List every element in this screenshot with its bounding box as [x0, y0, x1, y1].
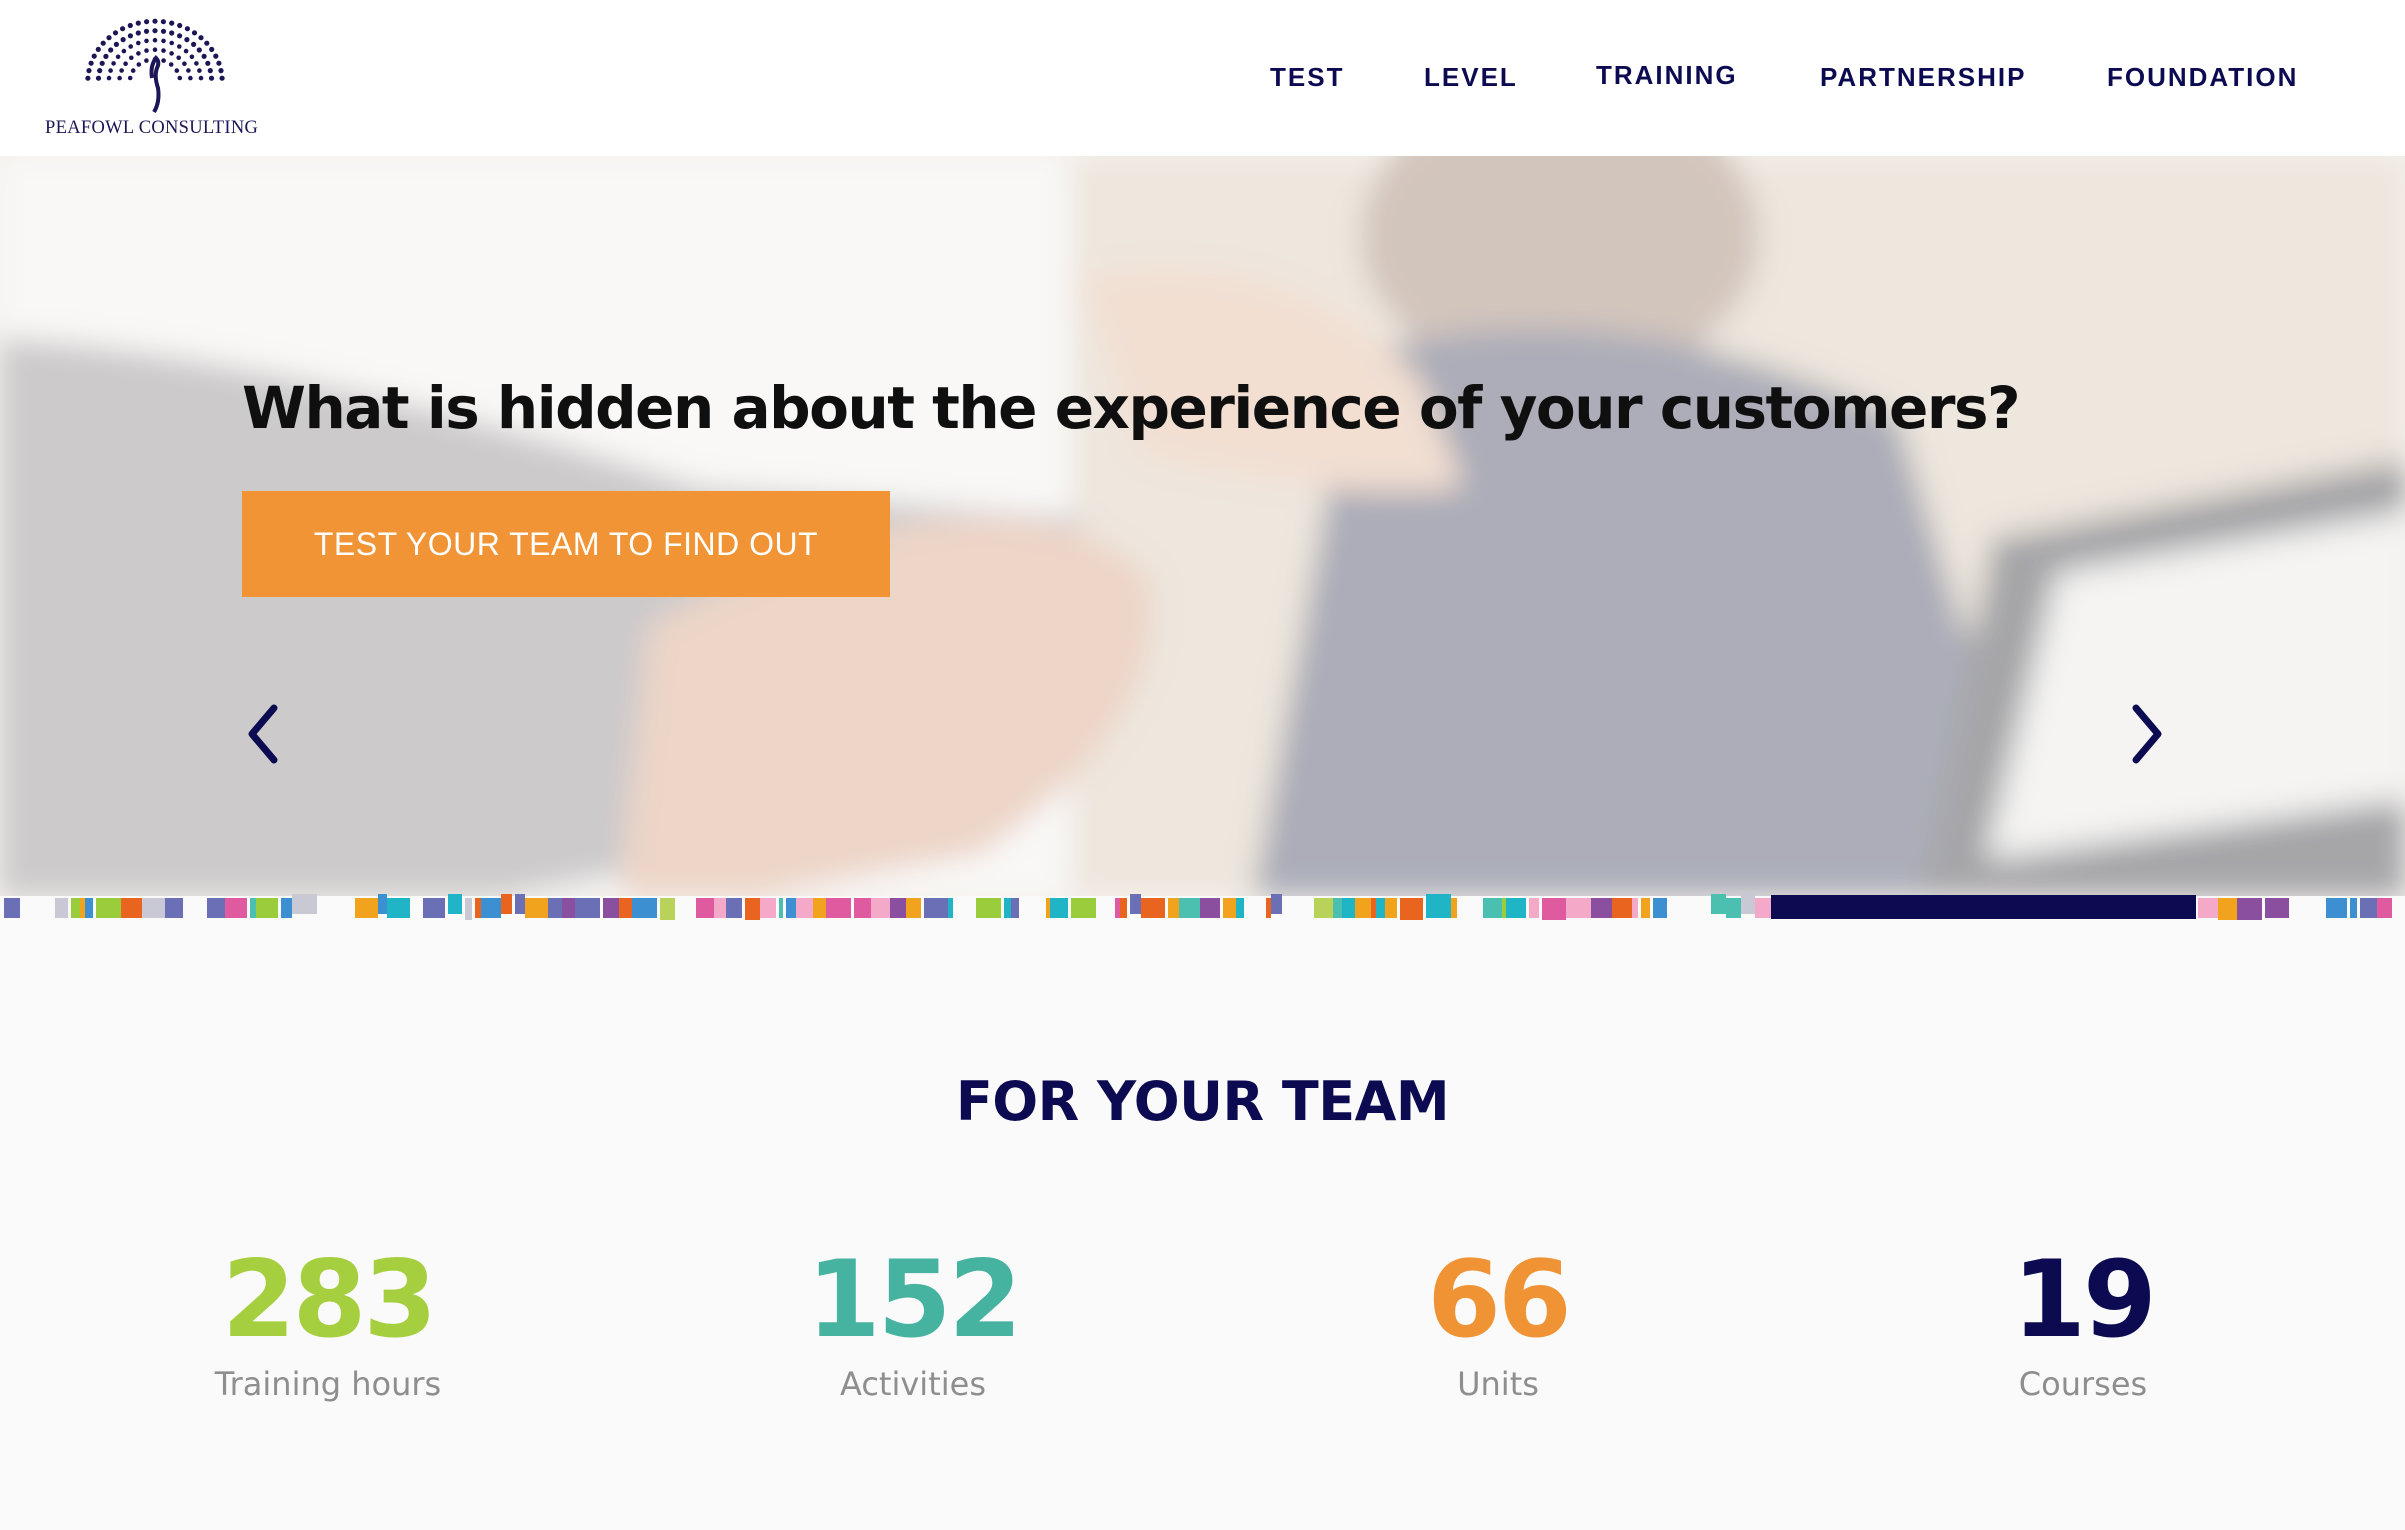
stat-training-hours: 283 Training hours	[148, 1235, 508, 1403]
nav-item-training[interactable]: TRAINING	[1596, 60, 1738, 91]
stat-label: Courses	[2018, 1365, 2148, 1403]
logo-text: PEAFOWL CONSULTING	[45, 118, 259, 138]
stat-courses: 19 Courses	[1903, 1235, 2263, 1403]
carousel-prev-button[interactable]	[236, 694, 292, 774]
stat-value: 66	[1427, 1238, 1572, 1361]
chevron-right-icon	[2132, 704, 2162, 764]
stat-units: 66 Units	[1318, 1235, 1678, 1403]
nav-item-level[interactable]: LEVEL	[1424, 62, 1518, 93]
stat-label: Training hours	[214, 1365, 442, 1403]
section-title: FOR YOUR TEAM	[955, 1070, 1450, 1133]
stat-activities: 152 Activities	[733, 1235, 1093, 1403]
hero-carousel: What is hidden about the experience of y…	[0, 156, 2405, 896]
test-your-team-button[interactable]: TEST YOUR TEAM TO FIND OUT	[242, 491, 890, 597]
nav-item-test[interactable]: TEST	[1270, 62, 1344, 93]
stat-value: 152	[806, 1238, 1022, 1361]
stat-label: Units	[1457, 1365, 1539, 1403]
site-header: PEAFOWL CONSULTING TEST LEVEL TRAINING P…	[0, 0, 2405, 156]
slide-progress-strip	[0, 894, 2405, 920]
active-slide-indicator	[1771, 895, 2196, 919]
stat-value: 283	[221, 1238, 437, 1361]
carousel-next-button[interactable]	[2118, 694, 2174, 774]
nav-item-partnership[interactable]: PARTNERSHIP	[1820, 62, 2026, 93]
nav-item-foundation[interactable]: FOUNDATION	[2107, 62, 2298, 93]
hero-title: What is hidden about the experience of y…	[242, 374, 2021, 442]
stat-label: Activities	[840, 1365, 986, 1403]
peacock-icon	[85, 18, 225, 114]
logo[interactable]: PEAFOWL CONSULTING	[40, 10, 270, 140]
stat-value: 19	[2012, 1238, 2157, 1361]
chevron-left-icon	[248, 704, 278, 764]
